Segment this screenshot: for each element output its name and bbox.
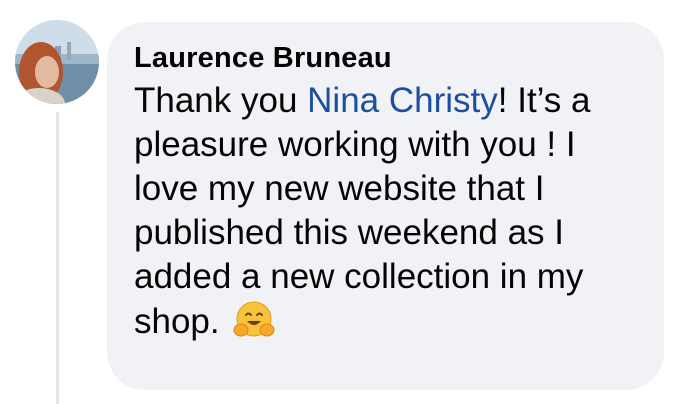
comment-text-start: Thank you — [134, 81, 308, 120]
avatar[interactable] — [15, 20, 99, 104]
comment-author[interactable]: Laurence Bruneau — [134, 40, 644, 76]
profile-photo-icon — [15, 20, 99, 104]
comment-text-end: ! It’s a pleasure working with you ! I l… — [134, 81, 591, 341]
hugging-face-emoji-icon — [233, 299, 275, 352]
mention-link[interactable]: Nina Christy — [307, 81, 498, 120]
comment: Laurence Bruneau Thank you Nina Christy!… — [0, 0, 684, 404]
thread-line — [56, 112, 59, 404]
comment-bubble: Laurence Bruneau Thank you Nina Christy!… — [107, 22, 664, 390]
comment-text: Thank you Nina Christy! It’s a pleasure … — [134, 79, 644, 352]
